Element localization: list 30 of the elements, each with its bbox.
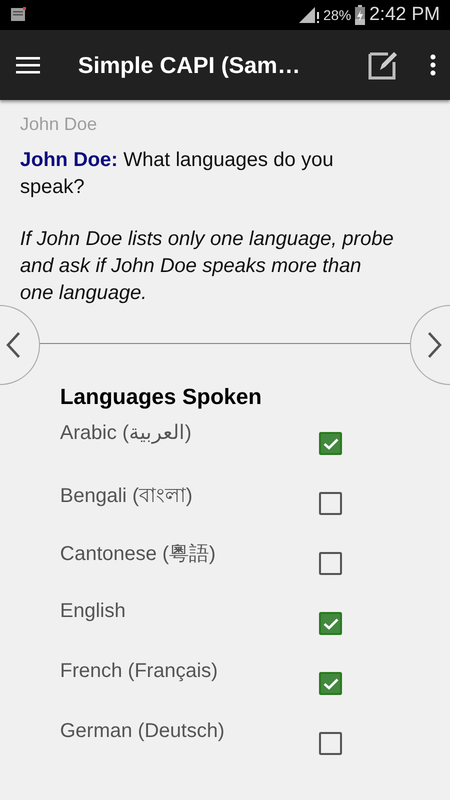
more-icon — [430, 54, 436, 76]
option-label: Cantonese (粵語) — [60, 542, 217, 567]
checkbox[interactable] — [319, 612, 342, 635]
question-text: John Doe: What languages do you speak? — [20, 148, 334, 200]
option-label: French (Français) — [60, 660, 219, 683]
check-icon — [322, 438, 338, 450]
option-label: Arabic (العربية) — [60, 421, 193, 445]
field-title: Languages Spoken — [60, 384, 263, 410]
respondent-name: John Doe — [20, 114, 98, 135]
check-icon — [322, 678, 338, 690]
app-title: Simple CAPI (Sam… — [78, 52, 302, 78]
chevron-right-icon — [427, 331, 443, 359]
checkbox[interactable] — [319, 732, 342, 755]
battery-percent: 28% — [323, 7, 352, 23]
checkbox[interactable] — [319, 552, 342, 575]
signal-icon — [298, 6, 320, 24]
checkbox[interactable] — [319, 672, 342, 695]
interviewer-instruction: If John Doe lists only one language, probe and ask if John Doe speaks more than one language. — [20, 227, 395, 306]
notification-icon — [10, 6, 28, 24]
checkbox[interactable] — [319, 492, 342, 515]
check-icon — [322, 618, 338, 630]
chevron-left-icon — [5, 331, 21, 359]
clock: 2:42 PM — [369, 4, 440, 26]
battery-icon — [354, 5, 366, 25]
menu-icon — [16, 56, 40, 74]
pencil-square-icon — [368, 50, 398, 80]
option-label: German (Deutsch) — [60, 720, 226, 743]
option-label: English — [60, 600, 127, 623]
checkbox[interactable] — [319, 432, 342, 455]
option-label: Bengali (বাংলা) — [60, 484, 194, 509]
